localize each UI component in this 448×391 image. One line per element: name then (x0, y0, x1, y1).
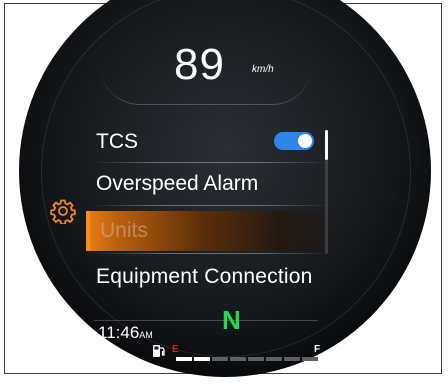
gear-icon (50, 199, 76, 224)
speed-value: 89 (174, 40, 225, 89)
fuel-gauge-segment (176, 357, 192, 361)
gear-indicator: N (222, 305, 241, 335)
menu-divider (90, 205, 330, 206)
fuel-gauge-segment (248, 357, 264, 361)
speed-unit: km/h (252, 64, 274, 75)
fuel-empty-label: E (172, 344, 179, 355)
menu-item-label: Overspeed Alarm (96, 172, 259, 195)
fuel-pump-icon (153, 345, 165, 357)
menu-item-label: TCS (96, 130, 138, 153)
menu-divider (90, 253, 330, 254)
tcs-toggle[interactable] (274, 132, 314, 150)
menu-item-overspeed-alarm[interactable]: Overspeed Alarm (86, 164, 336, 204)
fuel-gauge-segment (194, 357, 210, 361)
fuel-gauge-segment (284, 357, 300, 361)
menu-scrollbar-thumb[interactable] (325, 130, 328, 160)
menu-item-label: Equipment Connection (96, 265, 313, 288)
toggle-knob (298, 134, 312, 148)
menu-item-label: Units (100, 219, 148, 242)
fuel-full-label: F (314, 344, 321, 355)
menu-item-equipment-connection[interactable]: Equipment Connection (86, 257, 386, 297)
clock-meridiem: AM (139, 330, 153, 340)
fuel-gauge-segment (266, 357, 282, 361)
fuel-gauge-segment (302, 357, 318, 361)
menu-divider (90, 162, 330, 163)
fuel-gauge-segment (230, 357, 246, 361)
fuel-gauge-segment (212, 357, 228, 361)
clock-time: 11:46 (98, 323, 140, 342)
menu-item-units[interactable]: Units (86, 211, 340, 251)
clock: 11:46AM (98, 323, 153, 343)
